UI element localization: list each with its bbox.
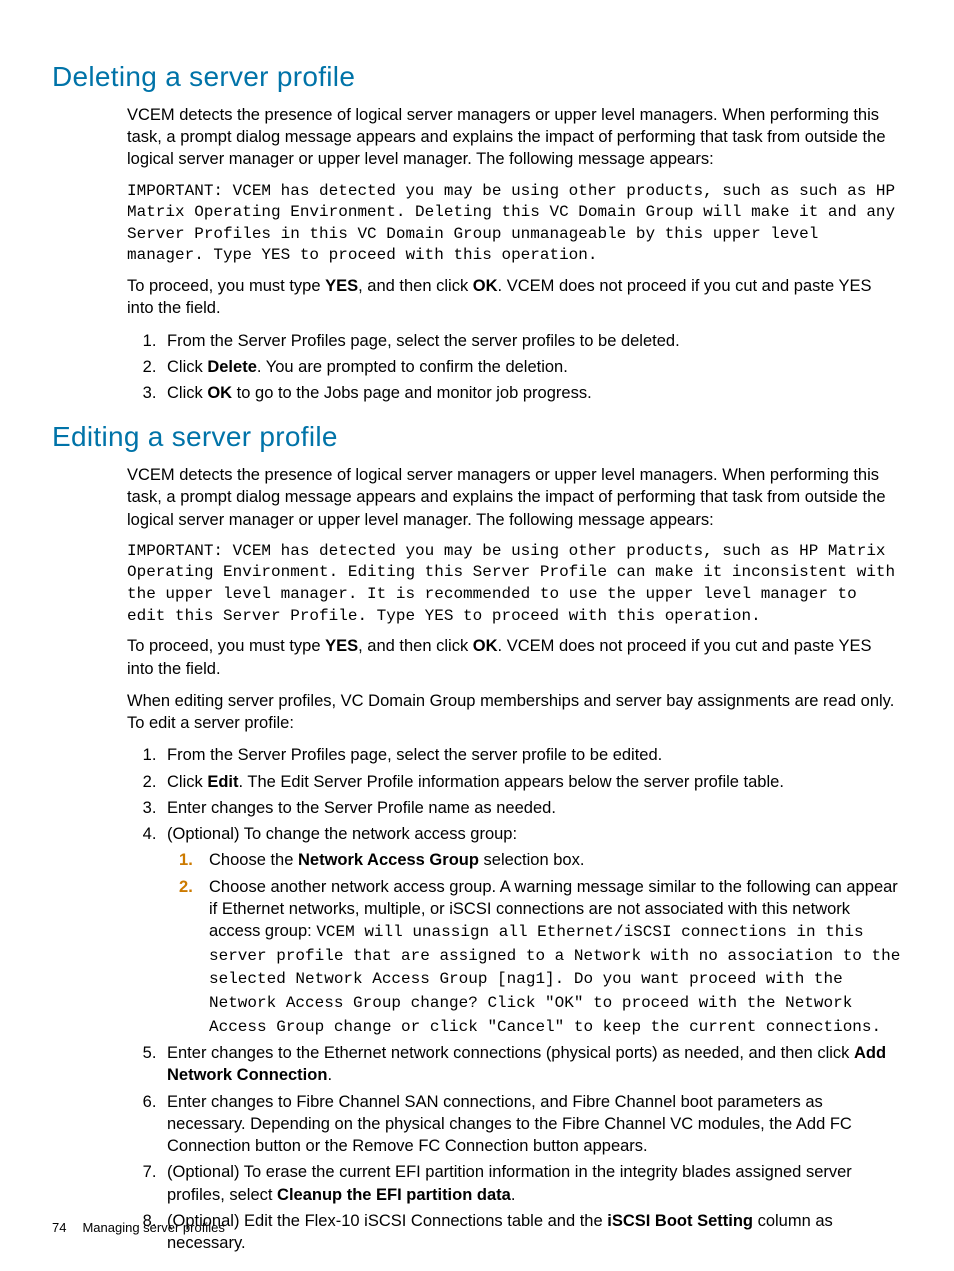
txt: (Optional) To change the network access … — [167, 825, 517, 843]
txt: Click — [167, 384, 207, 402]
edit-substep-1: Choose the Network Access Group selectio… — [201, 849, 902, 871]
txt: Click — [167, 773, 207, 791]
txt: . — [511, 1186, 516, 1204]
delete-steps: From the Server Profiles page, select th… — [127, 330, 902, 405]
txt: , and then click — [358, 277, 473, 295]
edit-step-4: (Optional) To change the network access … — [161, 823, 902, 1038]
ok-bold: OK — [473, 277, 498, 295]
txt: (Optional) Edit the Flex-10 iSCSI Connec… — [167, 1212, 607, 1230]
edit-important-msg: IMPORTANT: VCEM has detected you may be … — [127, 541, 902, 627]
nag-bold: Network Access Group — [298, 851, 479, 869]
txt: To proceed, you must type — [127, 277, 325, 295]
edit-step-1: From the Server Profiles page, select th… — [161, 744, 902, 766]
txt: To proceed, you must type — [127, 637, 325, 655]
txt: to go to the Jobs page and monitor job p… — [232, 384, 592, 402]
edit-step-2: Click Edit. The Edit Server Profile info… — [161, 771, 902, 793]
edit-substep-2: Choose another network access group. A w… — [201, 876, 902, 1039]
edit-bold: Edit — [207, 773, 238, 791]
iscsi-bold: iSCSI Boot Setting — [607, 1212, 753, 1230]
txt: Enter changes to the Ethernet network co… — [167, 1044, 854, 1062]
delete-important-msg: IMPORTANT: VCEM has detected you may be … — [127, 181, 902, 267]
txt: , and then click — [358, 637, 473, 655]
delete-step-3: Click OK to go to the Jobs page and moni… — [161, 382, 902, 404]
edit-intro: VCEM detects the presence of logical ser… — [127, 464, 902, 531]
page-number: 74 — [52, 1220, 66, 1235]
edit-proceed: To proceed, you must type YES, and then … — [127, 635, 902, 680]
txt: selection box. — [479, 851, 584, 869]
txt: Click — [167, 358, 207, 376]
delete-intro: VCEM detects the presence of logical ser… — [127, 104, 902, 171]
ok-bold: OK — [207, 384, 232, 402]
yes-bold: YES — [325, 637, 358, 655]
page-footer: 74 Managing server profiles — [52, 1219, 225, 1237]
edit-substeps: Choose the Network Access Group selectio… — [167, 849, 902, 1038]
edit-step-5: Enter changes to the Ethernet network co… — [161, 1042, 902, 1087]
yes-bold: YES — [325, 277, 358, 295]
edit-step-7: (Optional) To erase the current EFI part… — [161, 1161, 902, 1206]
section-heading-deleting: Deleting a server profile — [52, 58, 902, 96]
delete-step-2: Click Delete. You are prompted to confir… — [161, 356, 902, 378]
txt: Choose the — [209, 851, 298, 869]
ok-bold: OK — [473, 637, 498, 655]
delete-step-1: From the Server Profiles page, select th… — [161, 330, 902, 352]
efi-bold: Cleanup the EFI partition data — [277, 1186, 511, 1204]
txt: . The Edit Server Profile information ap… — [239, 773, 784, 791]
edit-step-6: Enter changes to Fibre Channel SAN conne… — [161, 1091, 902, 1158]
delete-proceed: To proceed, you must type YES, and then … — [127, 275, 902, 320]
delete-bold: Delete — [207, 358, 257, 376]
txt: . You are prompted to confirm the deleti… — [257, 358, 568, 376]
footer-chapter: Managing server profiles — [82, 1220, 224, 1235]
edit-steps: From the Server Profiles page, select th… — [127, 744, 902, 1254]
edit-readonly-note: When editing server profiles, VC Domain … — [127, 690, 902, 735]
edit-step-8: (Optional) Edit the Flex-10 iSCSI Connec… — [161, 1210, 902, 1255]
section-heading-editing: Editing a server profile — [52, 418, 902, 456]
txt: . — [327, 1066, 332, 1084]
edit-step-3: Enter changes to the Server Profile name… — [161, 797, 902, 819]
